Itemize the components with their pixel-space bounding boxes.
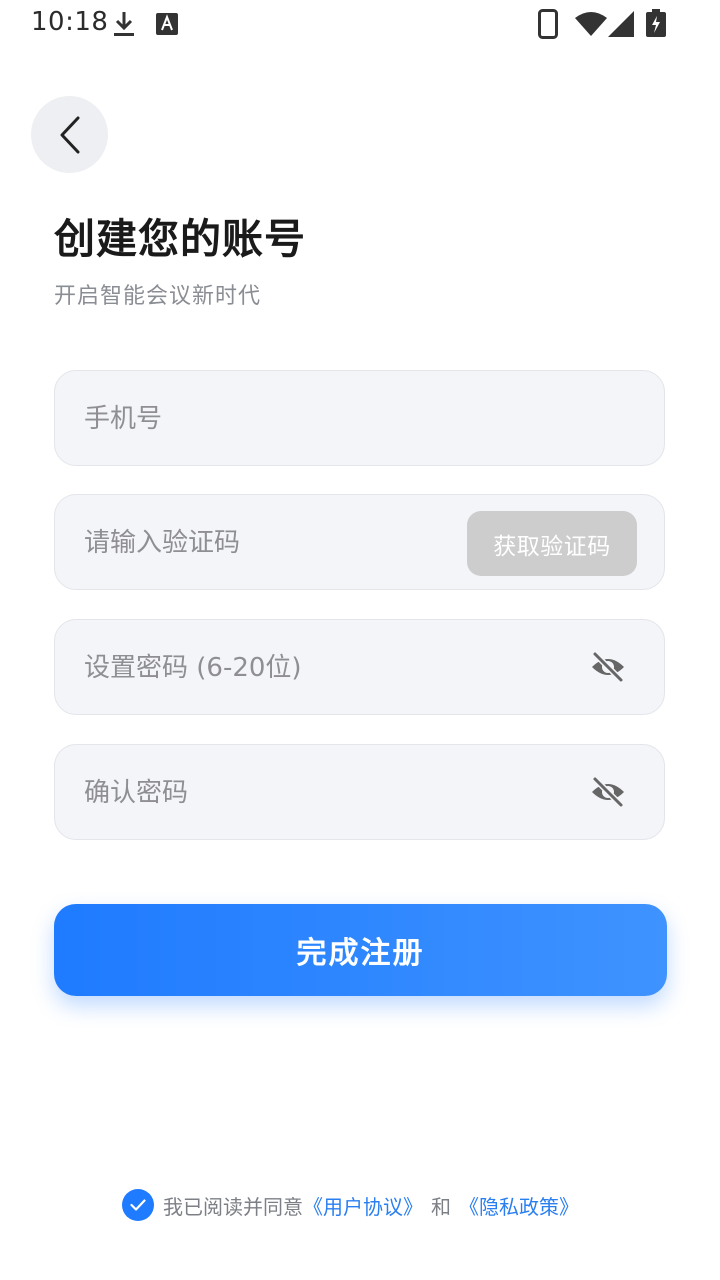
confirm-password-input[interactable]: [82, 745, 526, 841]
battery-icon: [646, 9, 666, 37]
download-icon: [114, 12, 134, 36]
get-code-button[interactable]: 获取验证码: [467, 511, 637, 576]
page-subtitle: 开启智能会议新时代: [54, 284, 262, 309]
phone-icon: [538, 9, 558, 39]
status-time: 10:18: [31, 7, 109, 37]
page-title: 创建您的账号: [54, 215, 306, 263]
password-field: [54, 619, 665, 716]
privacy-policy-link[interactable]: 《隐私政策》: [459, 1191, 579, 1220]
register-button[interactable]: 完成注册: [54, 904, 667, 996]
verification-code-field: 获取验证码: [54, 494, 665, 591]
password-input[interactable]: [82, 620, 526, 716]
phone-input[interactable]: [82, 371, 526, 467]
eye-off-icon[interactable]: [590, 776, 626, 808]
confirm-password-field: [54, 744, 665, 841]
verification-code-input[interactable]: [82, 495, 416, 591]
status-bar: 10:18: [0, 0, 720, 48]
signal-icon: [608, 11, 634, 37]
eye-off-icon[interactable]: [590, 651, 626, 683]
agreement-row: 我已阅读并同意 《用户协议》 和 《隐私政策》: [122, 1189, 579, 1221]
back-button[interactable]: [31, 96, 108, 173]
phone-field: [54, 370, 665, 467]
agreement-checkbox[interactable]: [122, 1189, 154, 1221]
agreement-text: 我已阅读并同意: [163, 1194, 303, 1219]
agreement-and-text: 和: [431, 1194, 451, 1219]
user-agreement-link[interactable]: 《用户协议》: [303, 1191, 423, 1220]
back-chevron-icon: [60, 116, 79, 153]
wifi-icon: [575, 12, 607, 36]
check-icon: [130, 1199, 146, 1211]
keyboard-a-icon: [156, 13, 178, 35]
